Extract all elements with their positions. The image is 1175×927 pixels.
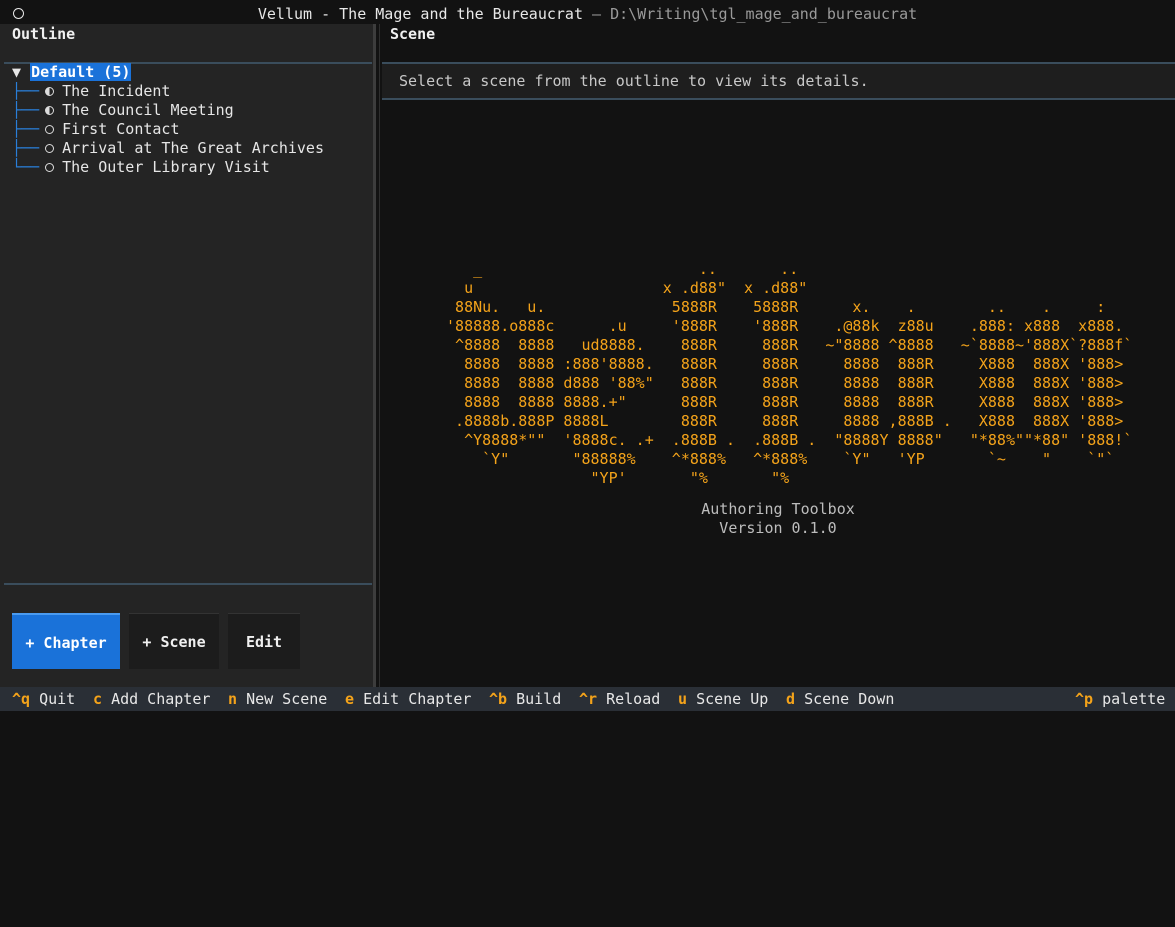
tree-root[interactable]: ▼ Default (5)	[12, 63, 324, 82]
scene-panel: Scene Select a scene from the outline to…	[379, 24, 1175, 687]
edit-button[interactable]: Edit	[228, 613, 300, 669]
buttons-divider	[4, 583, 372, 585]
ascii-logo: _ .. .. u x .d88" x .d88" 88Nu. u. 5888R…	[446, 260, 1133, 487]
scene-message-box: Select a scene from the outline to view …	[382, 62, 1175, 100]
tree-item[interactable]: └── The Outer Library Visit	[12, 158, 324, 177]
shortcut-palette[interactable]: ^p palette	[1075, 687, 1165, 711]
outline-title: Outline	[12, 25, 76, 43]
title-separator: –	[592, 5, 602, 23]
tree-item[interactable]: ├── Arrival at The Great Archives	[12, 139, 324, 158]
window-title: Vellum - The Mage and the Bureaucrat	[257, 5, 583, 23]
scene-label[interactable]: First Contact	[62, 120, 179, 138]
half-circle-icon	[45, 87, 55, 96]
shortcut-add-chapter[interactable]: c Add Chapter	[93, 687, 210, 711]
shortcut-edit-chapter[interactable]: e Edit Chapter	[345, 687, 471, 711]
scene-title: Scene	[390, 25, 436, 43]
shortcut-scene-down[interactable]: d Scene Down	[786, 687, 894, 711]
empty-circle-icon	[45, 144, 55, 153]
empty-circle-icon	[45, 125, 55, 134]
shortcut-reload[interactable]: ^r Reload	[579, 687, 660, 711]
chapter-default[interactable]: Default (5)	[30, 63, 132, 81]
shortcut-build[interactable]: ^b Build	[489, 687, 561, 711]
add-scene-button[interactable]: + Scene	[129, 613, 219, 669]
scene-label[interactable]: The Incident	[62, 82, 170, 100]
shortcut-quit[interactable]: ^q Quit	[12, 687, 75, 711]
app-name: Authoring Toolbox	[701, 500, 855, 518]
scene-placeholder-message: Select a scene from the outline to view …	[399, 72, 869, 90]
shortcut-scene-up[interactable]: u Scene Up	[678, 687, 768, 711]
expand-triangle-icon[interactable]: ▼	[12, 63, 21, 81]
add-chapter-button[interactable]: + Chapter	[12, 613, 120, 669]
outline-panel: Outline ▼ Default (5) ├── The Incident ├─…	[0, 24, 376, 687]
app-version: Version 0.1.0	[719, 519, 837, 537]
tree-item[interactable]: ├── First Contact	[12, 120, 324, 139]
empty-circle-icon	[45, 163, 55, 172]
tree-item[interactable]: ├── The Council Meeting	[12, 101, 324, 120]
app-circle-icon[interactable]	[13, 8, 24, 19]
shortcut-new-scene[interactable]: n New Scene	[228, 687, 327, 711]
scene-label[interactable]: The Outer Library Visit	[62, 158, 270, 176]
scene-label[interactable]: The Council Meeting	[62, 101, 234, 119]
outline-tree: ▼ Default (5) ├── The Incident ├── The Cou…	[12, 63, 324, 177]
half-circle-icon	[45, 106, 55, 115]
project-path: D:\Writing\tgl_mage_and_bureaucrat	[610, 5, 918, 23]
tree-item[interactable]: ├── The Incident	[12, 82, 324, 101]
status-bar: ^q Quit c Add Chapter n New Scene e Edit…	[0, 687, 1175, 711]
scene-label[interactable]: Arrival at The Great Archives	[62, 139, 324, 157]
